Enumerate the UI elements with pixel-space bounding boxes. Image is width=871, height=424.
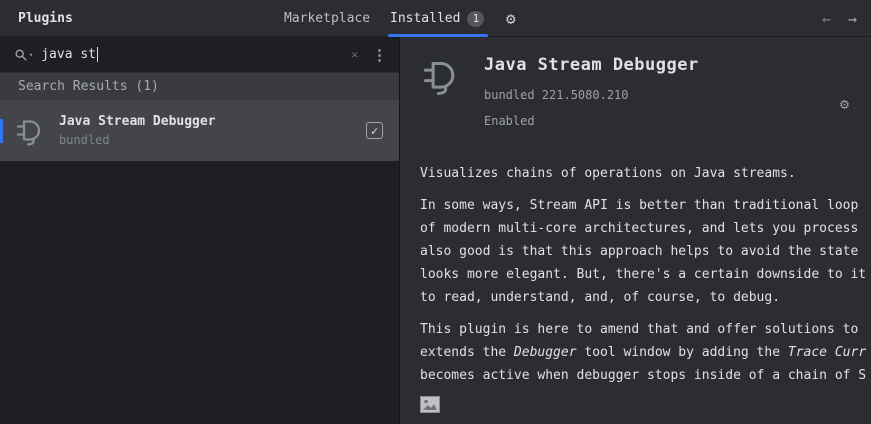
tab-installed[interactable]: Installed 1 bbox=[387, 0, 489, 37]
selection-indicator bbox=[0, 118, 3, 143]
content-area: ▾ java st ✕ ⋮ Search Results (1) Java St… bbox=[0, 37, 871, 424]
plugin-list-item[interactable]: Java Stream Debugger bundled bbox=[0, 100, 399, 161]
clear-search-icon[interactable]: ✕ bbox=[351, 48, 358, 61]
plugin-list-panel: ▾ java st ✕ ⋮ Search Results (1) Java St… bbox=[0, 37, 400, 424]
back-arrow-icon[interactable]: ← bbox=[822, 10, 831, 28]
header: Plugins Marketplace Installed 1 ⚙ ← → bbox=[0, 0, 871, 37]
description-line: In some ways, Stream API is better than … bbox=[420, 198, 859, 213]
plugin-plug-icon bbox=[14, 115, 46, 147]
description-line: of modern multi-core architectures, and … bbox=[420, 221, 859, 236]
installed-count-badge: 1 bbox=[467, 10, 485, 27]
plugin-version-meta: bundled 221.5080.210 bbox=[484, 88, 629, 102]
description-line: to read, understand, and, of course, to … bbox=[420, 290, 781, 305]
page-title: Plugins bbox=[18, 11, 73, 26]
description-line: This plugin is here to amend that and of… bbox=[420, 322, 859, 337]
description-paragraph: This plugin is here to amend that and of… bbox=[420, 318, 871, 387]
plugin-status: Enabled bbox=[484, 114, 535, 128]
description-line: extends the Debugger tool window by addi… bbox=[420, 345, 867, 360]
forward-arrow-icon[interactable]: → bbox=[848, 10, 857, 28]
plugins-settings-window: Plugins Marketplace Installed 1 ⚙ ← → ▾ bbox=[0, 0, 871, 424]
description-line: looks more elegant. But, there's a certa… bbox=[420, 267, 867, 282]
description-paragraph: Visualizes chains of operations on Java … bbox=[420, 162, 871, 185]
plugin-details-title: Java Stream Debugger bbox=[484, 55, 699, 75]
search-bar[interactable]: ▾ java st ✕ ⋮ bbox=[0, 37, 399, 73]
plugins-gear-icon[interactable]: ⚙ bbox=[506, 0, 516, 37]
plugin-list-item-title: Java Stream Debugger bbox=[59, 114, 216, 129]
search-icon: ▾ bbox=[14, 48, 33, 62]
search-input[interactable]: java st bbox=[41, 47, 96, 62]
description-line: also good is that this approach helps to… bbox=[420, 244, 859, 259]
plugin-list-item-text: Java Stream Debugger bundled bbox=[59, 114, 216, 147]
plugin-details-panel: Java Stream Debugger bundled 221.5080.21… bbox=[400, 37, 871, 424]
search-results-header: Search Results (1) bbox=[0, 73, 399, 100]
plugin-options-gear-icon[interactable]: ⚙ bbox=[840, 95, 849, 113]
plugin-enabled-checkbox[interactable] bbox=[366, 122, 383, 139]
search-options-icon[interactable]: ⋮ bbox=[372, 46, 387, 64]
plugin-description: Visualizes chains of operations on Java … bbox=[420, 162, 871, 387]
description-line: becomes active when debugger stops insid… bbox=[420, 368, 867, 383]
broken-image-icon bbox=[420, 396, 440, 417]
plugin-plug-icon-large bbox=[420, 55, 462, 97]
plugin-details-titles: Java Stream Debugger bundled 221.5080.21… bbox=[484, 55, 699, 128]
plugin-details-header: Java Stream Debugger bundled 221.5080.21… bbox=[420, 55, 871, 128]
tab-marketplace[interactable]: Marketplace bbox=[284, 0, 370, 37]
description-line: Visualizes chains of operations on Java … bbox=[420, 166, 796, 181]
plugin-list-item-subtitle: bundled bbox=[59, 133, 110, 147]
navigation-arrows: ← → bbox=[822, 0, 857, 37]
description-paragraph: In some ways, Stream API is better than … bbox=[420, 194, 871, 309]
tab-installed-label: Installed bbox=[390, 11, 461, 26]
text-caret bbox=[97, 47, 99, 62]
